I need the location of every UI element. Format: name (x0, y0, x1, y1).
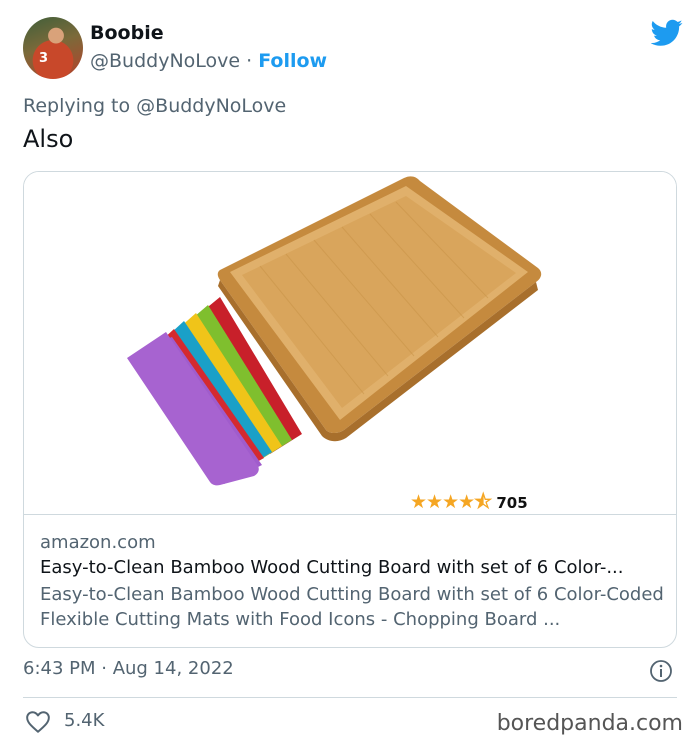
card-description: Easy-to-Clean Bamboo Wood Cutting Board … (40, 584, 664, 630)
link-card[interactable]: ★★★★⯪ 705 amazon.com Easy-to-Clean Bambo… (23, 171, 677, 648)
rating-stars: ★★★★⯪ (410, 491, 492, 513)
card-domain: amazon.com (40, 532, 156, 553)
avatar-jersey-number: 3 (39, 51, 49, 66)
separator: · (240, 50, 259, 72)
tweet-header: 3 Boobie @BuddyNoLove · Follow (23, 17, 683, 81)
product-image[interactable]: ★★★★⯪ 705 (24, 172, 676, 514)
replying-prefix: Replying to (23, 95, 137, 117)
reply-mention[interactable]: @BuddyNoLove (136, 95, 286, 117)
rating-count: 705 (496, 494, 528, 512)
replying-to: Replying to @BuddyNoLove (23, 95, 286, 117)
info-icon[interactable] (649, 659, 673, 683)
avatar[interactable]: 3 (23, 17, 83, 79)
twitter-bird-icon[interactable] (651, 19, 683, 47)
user-handle[interactable]: @BuddyNoLove (90, 50, 240, 72)
heart-icon[interactable] (25, 710, 51, 734)
tweet-timestamp[interactable]: 6:43 PM · Aug 14, 2022 (23, 658, 234, 679)
card-divider (24, 514, 676, 515)
follow-button[interactable]: Follow (258, 50, 327, 72)
action-divider (23, 697, 677, 698)
display-name[interactable]: Boobie (90, 22, 164, 44)
like-count[interactable]: 5.4K (64, 710, 104, 731)
tweet-text: Also (23, 125, 74, 153)
cutting-board-illustration (127, 176, 542, 486)
watermark: boredpanda.com (496, 711, 683, 736)
card-title[interactable]: Easy-to-Clean Bamboo Wood Cutting Board … (40, 557, 664, 578)
product-rating: ★★★★⯪ 705 (410, 488, 528, 520)
handle-row: @BuddyNoLove · Follow (90, 50, 327, 72)
